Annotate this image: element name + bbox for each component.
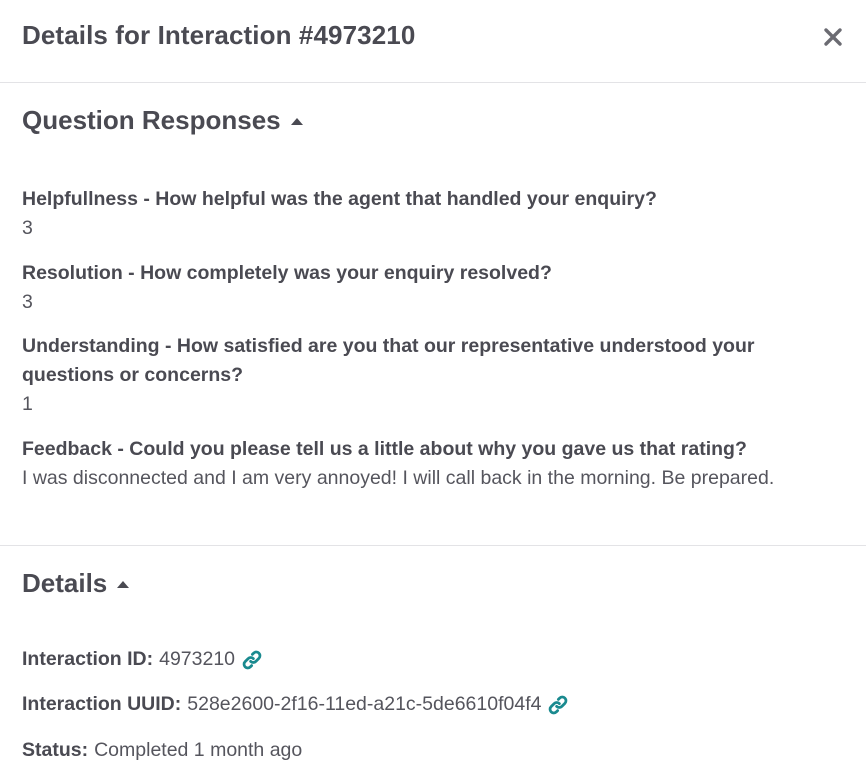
dialog-header: Details for Interaction #4973210 xyxy=(0,0,866,83)
answer-text: I was disconnected and I am very annoyed… xyxy=(22,467,775,489)
interaction-id-label: Interaction ID: xyxy=(22,648,154,670)
details-heading: Details xyxy=(22,568,108,598)
question-responses-section: Question Responses Helpfullness - How he… xyxy=(0,83,866,546)
dialog-title: Details for Interaction #4973210 xyxy=(22,20,416,50)
question-item: Helpfullness - How helpful was the agent… xyxy=(22,185,836,243)
close-icon[interactable] xyxy=(822,26,844,48)
question-responses-toggle[interactable]: Question Responses xyxy=(22,105,304,136)
answer-text: 3 xyxy=(22,291,33,313)
interaction-id-value: 4973210 xyxy=(159,648,236,670)
caret-up-icon xyxy=(290,117,303,125)
caret-up-icon xyxy=(117,580,130,588)
question-text: Understanding - How satisfied are you th… xyxy=(22,335,755,386)
link-icon[interactable] xyxy=(241,649,263,671)
question-item: Feedback - Could you please tell us a li… xyxy=(22,435,806,493)
question-text: Resolution - How completely was your enq… xyxy=(22,262,552,284)
question-text: Helpfullness - How helpful was the agent… xyxy=(22,188,657,210)
question-text: Feedback - Could you please tell us a li… xyxy=(22,438,747,460)
question-item: Resolution - How completely was your enq… xyxy=(22,259,836,317)
question-responses-heading: Question Responses xyxy=(22,105,281,135)
interaction-uuid-label: Interaction UUID: xyxy=(22,693,182,715)
interaction-uuid-value: 528e2600-2f16-11ed-a21c-5de6610f04f4 xyxy=(187,693,542,715)
answer-text: 1 xyxy=(22,393,33,415)
link-icon[interactable] xyxy=(547,694,569,716)
interaction-id-row: Interaction ID: 4973210 xyxy=(22,648,263,671)
details-toggle[interactable]: Details xyxy=(22,568,130,599)
interaction-uuid-row: Interaction UUID: 528e2600-2f16-11ed-a21… xyxy=(22,693,569,716)
status-row: Status: Completed 1 month ago xyxy=(22,739,302,762)
status-label: Status: xyxy=(22,739,89,761)
question-item: Understanding - How satisfied are you th… xyxy=(22,332,836,419)
status-value: Completed 1 month ago xyxy=(94,739,303,761)
answer-text: 3 xyxy=(22,217,33,239)
